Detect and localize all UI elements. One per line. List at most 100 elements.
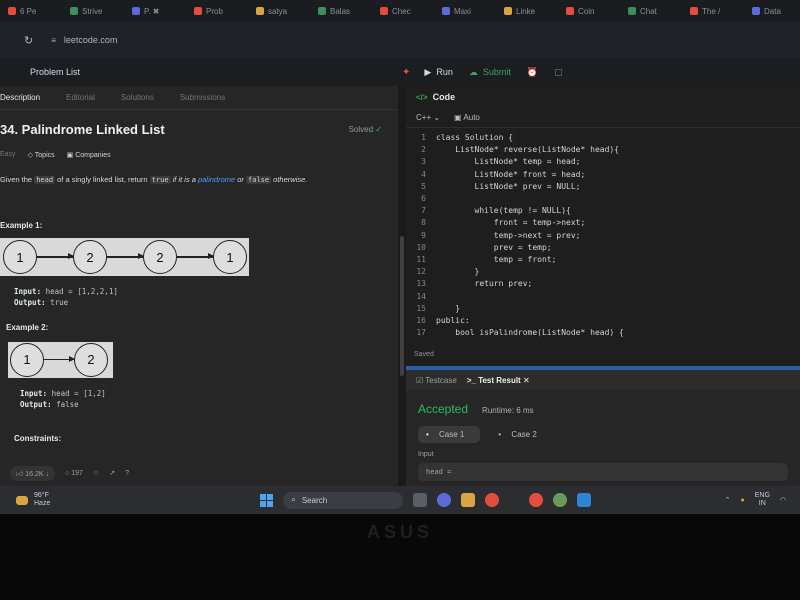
- browser-tab[interactable]: Maxi: [434, 7, 496, 16]
- tab-description[interactable]: Description: [0, 93, 40, 102]
- weather-widget[interactable]: 96°F Haze: [16, 492, 50, 509]
- close-icon[interactable]: ✕: [523, 376, 530, 385]
- tab-test-result[interactable]: >_ Test Result ✕: [467, 376, 530, 385]
- browser-tab[interactable]: Prob: [186, 7, 248, 16]
- code-line[interactable]: 14: [406, 291, 800, 303]
- code-text[interactable]: temp->next = prev;: [436, 230, 581, 242]
- companies-tag[interactable]: ▣ Companies: [67, 151, 111, 159]
- code-line[interactable]: 11 temp = front;: [406, 254, 800, 266]
- code-text[interactable]: }: [436, 266, 480, 278]
- language-select[interactable]: C++ ⌄: [416, 113, 440, 122]
- code-text[interactable]: public:: [436, 315, 470, 327]
- windows-start-icon[interactable]: [260, 493, 274, 507]
- input-label: Input:: [14, 287, 42, 297]
- code-text[interactable]: ListNode* prev = NULL;: [436, 181, 581, 193]
- code-line[interactable]: 5 ListNode* prev = NULL;: [406, 181, 800, 193]
- code-text[interactable]: temp = front;: [436, 254, 557, 266]
- help-icon[interactable]: ?: [125, 470, 129, 477]
- code-text[interactable]: return prev;: [436, 278, 533, 290]
- browser-tab[interactable]: satya: [248, 7, 310, 16]
- line-number: 17: [416, 328, 426, 338]
- list-node: 2: [74, 342, 108, 377]
- line-number: 11: [416, 255, 426, 265]
- code-line[interactable]: 16 public:: [406, 315, 800, 327]
- topics-tag[interactable]: ◇ Topics: [28, 151, 55, 159]
- auto-mode-toggle[interactable]: ▣ Auto: [454, 113, 480, 122]
- code-line[interactable]: 8 front = temp->next;: [406, 217, 800, 229]
- site-info-icon[interactable]: ≡: [51, 36, 56, 45]
- code-text[interactable]: bool isPalindrome(ListNode* head) {: [436, 327, 624, 339]
- code-text[interactable]: while(temp != NULL){: [436, 205, 571, 217]
- share-icon[interactable]: ↗: [109, 469, 115, 477]
- code-line[interactable]: 7 while(temp != NULL){: [406, 205, 800, 217]
- wifi-icon[interactable]: ◠: [780, 496, 786, 504]
- code-line[interactable]: 9 temp->next = prev;: [406, 230, 800, 242]
- language-indicator[interactable]: ENG IN: [755, 492, 770, 508]
- code-line[interactable]: 3 ListNode* temp = head;: [406, 156, 800, 168]
- timer-icon[interactable]: ⏰: [527, 67, 538, 78]
- chrome-icon[interactable]: [485, 493, 500, 507]
- url-text[interactable]: leetcode.com: [64, 35, 118, 45]
- reload-icon[interactable]: ↻: [24, 34, 33, 47]
- code-line[interactable]: 15 }: [406, 303, 800, 315]
- star-icon[interactable]: ☆: [93, 469, 99, 477]
- comments-button[interactable]: ○ 197: [65, 470, 83, 477]
- browser-tab[interactable]: Chat: [620, 7, 682, 16]
- debug-icon[interactable]: ✦: [402, 67, 410, 78]
- photos-icon[interactable]: [553, 493, 568, 507]
- tab-editorial[interactable]: Editorial: [66, 93, 95, 102]
- browser-tab[interactable]: P. ✖: [124, 7, 186, 16]
- browser-tab[interactable]: Data: [744, 7, 800, 16]
- palindrome-link[interactable]: palindrome: [198, 175, 235, 184]
- thumbs-down-icon[interactable]: ↓: [46, 471, 50, 478]
- taskbar-search[interactable]: ⌕ Search: [283, 491, 404, 509]
- code-text[interactable]: }: [436, 303, 460, 315]
- code-text[interactable]: front = temp->next;: [436, 217, 586, 229]
- vscode-icon[interactable]: [577, 493, 592, 507]
- notes-icon[interactable]: ▢: [554, 67, 563, 78]
- chevron-up-icon[interactable]: ⌃: [725, 496, 731, 504]
- tab-submissions[interactable]: Submissions: [180, 93, 225, 102]
- address-bar[interactable]: ↻ ≡ leetcode.com: [0, 22, 800, 58]
- code-line[interactable]: 2 ListNode* reverse(ListNode* head){: [406, 144, 800, 156]
- code-line[interactable]: 1 class Solution {: [406, 132, 800, 144]
- terminal-icon: >_: [466, 375, 476, 385]
- code-editor[interactable]: 1 class Solution {2 ListNode* reverse(Lis…: [406, 128, 800, 339]
- code-line[interactable]: 13 return prev;: [406, 278, 800, 290]
- browser-tab[interactable]: Balas: [310, 7, 372, 16]
- like-button[interactable]: 👍︎ 16.2K ↓: [10, 465, 56, 481]
- code-text[interactable]: class Solution {: [436, 132, 513, 144]
- code-line[interactable]: 10 prev = temp;: [406, 242, 800, 254]
- code-text[interactable]: ListNode* temp = head;: [436, 156, 581, 168]
- cloud-upload-icon: ☁: [468, 66, 478, 77]
- tab-testcase[interactable]: ☑ Testcase: [416, 376, 457, 385]
- code-line[interactable]: 4 ListNode* front = head;: [406, 169, 800, 181]
- lang-code: ENG: [754, 491, 770, 499]
- problem-title[interactable]: 34. Palindrome Linked List: [0, 122, 165, 137]
- code-text[interactable]: prev = temp;: [436, 242, 552, 254]
- run-button[interactable]: ▶ Run: [424, 67, 452, 78]
- tray-app-icon[interactable]: ●: [740, 497, 744, 504]
- case-1-tab[interactable]: • Case 1: [418, 426, 481, 443]
- task-view-icon[interactable]: [413, 493, 428, 507]
- browser-tab[interactable]: Linke: [496, 7, 558, 16]
- case-2-tab[interactable]: • Case 2: [490, 426, 552, 443]
- code-text[interactable]: ListNode* reverse(ListNode* head){: [436, 144, 619, 156]
- browser-tab[interactable]: The /: [682, 7, 744, 16]
- scrollbar-thumb[interactable]: [400, 236, 404, 376]
- browser-tab[interactable]: Chec: [372, 7, 434, 16]
- chrome-active-icon[interactable]: [529, 493, 544, 507]
- code-text[interactable]: ListNode* front = head;: [436, 169, 586, 181]
- submit-button[interactable]: ☁ Submit: [469, 67, 511, 78]
- problem-list-link[interactable]: Problem List: [30, 67, 80, 77]
- vertical-splitter[interactable]: [398, 86, 406, 486]
- code-line[interactable]: 12 }: [406, 266, 800, 278]
- code-line[interactable]: 6: [406, 193, 800, 205]
- file-explorer-icon[interactable]: [461, 493, 476, 507]
- browser-tab[interactable]: Coin: [558, 7, 620, 16]
- chat-icon[interactable]: [437, 493, 452, 507]
- code-line[interactable]: 17 bool isPalindrome(ListNode* head) {: [406, 327, 800, 339]
- browser-tab[interactable]: Strive: [62, 7, 124, 16]
- tab-solutions[interactable]: Solutions: [121, 93, 154, 102]
- browser-tab[interactable]: 6 Pe: [0, 7, 62, 16]
